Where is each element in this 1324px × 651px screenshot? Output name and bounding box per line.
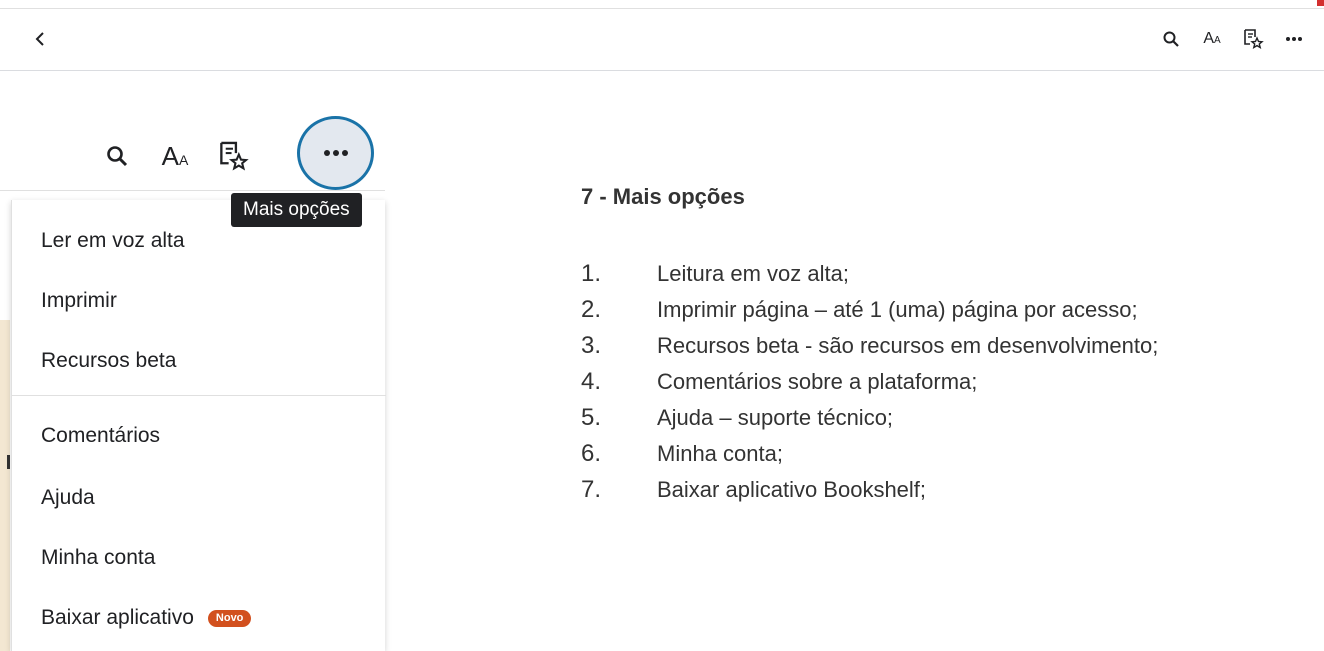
menu-item-feedback[interactable]: Comentários: [12, 408, 386, 464]
list-item: 7. Baixar aplicativo Bookshelf;: [581, 472, 1158, 508]
toolbar-actions: AA: [1157, 25, 1308, 53]
search-button[interactable]: [1157, 25, 1185, 53]
menu-separator: [12, 395, 386, 396]
more-options-tooltip: Mais opções: [231, 193, 362, 227]
menu-item-label: Recursos beta: [41, 349, 177, 372]
list-text: Imprimir página – até 1 (uma) página por…: [657, 297, 1138, 322]
menu-item-account[interactable]: Minha conta: [12, 530, 386, 586]
chevron-left-icon: [35, 32, 44, 46]
list-number: 7.: [581, 476, 602, 503]
list-item: 3. Recursos beta - são recursos em desenv…: [581, 328, 1158, 364]
reader-toolbar: AA: [0, 9, 1324, 71]
list-text: Comentários sobre a plataforma;: [657, 369, 978, 394]
list-number: 3.: [581, 332, 602, 359]
zoomed-font-size-button[interactable]: AA: [146, 118, 204, 194]
font-size-icon: AA: [1203, 31, 1220, 47]
zoomed-toolbar: AA: [88, 118, 262, 194]
zoomed-search-button[interactable]: [88, 118, 146, 194]
brand-corner-mark: [1317, 0, 1324, 6]
font-size-glyph: A: [1203, 30, 1214, 47]
font-size-button[interactable]: AA: [1198, 25, 1226, 53]
more-options-menu: Ler em voz alta Imprimir Recursos beta C…: [11, 200, 386, 651]
menu-item-label: Ajuda: [41, 486, 95, 509]
bookmark-list-icon: [220, 141, 249, 171]
menu-item-label: Comentários: [41, 424, 161, 447]
list-number: 6.: [581, 440, 602, 467]
list-item: 5. Ajuda – suporte técnico;: [581, 400, 1158, 436]
menu-item-help[interactable]: Ajuda: [12, 470, 386, 526]
list-number: 5.: [581, 404, 602, 431]
more-horizontal-icon: [323, 150, 348, 156]
bookmarks-button[interactable]: [1239, 25, 1267, 53]
list-text: Baixar aplicativo Bookshelf;: [657, 477, 927, 502]
menu-item-download-app[interactable]: Baixar aplicativo Novo: [12, 590, 386, 646]
back-button[interactable]: [28, 27, 52, 51]
list-number: 2.: [581, 296, 602, 323]
list-text: Ajuda – suporte técnico;: [657, 405, 894, 430]
new-badge: Novo: [207, 609, 252, 627]
more-horizontal-icon: [1286, 37, 1302, 41]
page-background-strip: [0, 320, 10, 651]
description-list: 1. Leitura em voz alta; 2. Imprimir página…: [581, 256, 1158, 508]
list-item: 1. Leitura em voz alta;: [581, 256, 1158, 292]
list-number: 4.: [581, 368, 602, 395]
search-icon: [107, 146, 128, 167]
more-options-button[interactable]: [1280, 25, 1308, 53]
list-text: Leitura em voz alta;: [657, 261, 849, 286]
menu-item-label: Minha conta: [41, 546, 156, 569]
font-size-glyph-small: A: [179, 152, 189, 168]
menu-item-label: Ler em voz alta: [41, 229, 185, 252]
page-background-mark: [7, 455, 10, 469]
menu-item-print[interactable]: Imprimir: [12, 273, 386, 329]
list-number: 1.: [581, 260, 602, 287]
menu-item-label: Baixar aplicativo: [41, 606, 194, 629]
zoomed-more-options-button[interactable]: [297, 116, 374, 190]
zoomed-bookmarks-button[interactable]: [204, 118, 262, 194]
font-size-glyph-small: A: [1214, 35, 1221, 46]
menu-item-beta[interactable]: Recursos beta: [12, 333, 386, 389]
menu-item-label: Imprimir: [41, 289, 117, 312]
list-text: Recursos beta - são recursos em desenvol…: [657, 333, 1159, 358]
description-title: 7 - Mais opções: [581, 184, 745, 209]
font-size-glyph: A: [161, 141, 179, 171]
search-icon: [1163, 31, 1179, 47]
list-item: 2. Imprimir página – até 1 (uma) página p…: [581, 292, 1158, 328]
list-text: Minha conta;: [657, 441, 783, 466]
bookmark-list-icon: [1244, 29, 1264, 49]
font-size-icon: AA: [162, 143, 189, 169]
list-item: 6. Minha conta;: [581, 436, 1158, 472]
list-item: 4. Comentários sobre a plataforma;: [581, 364, 1158, 400]
